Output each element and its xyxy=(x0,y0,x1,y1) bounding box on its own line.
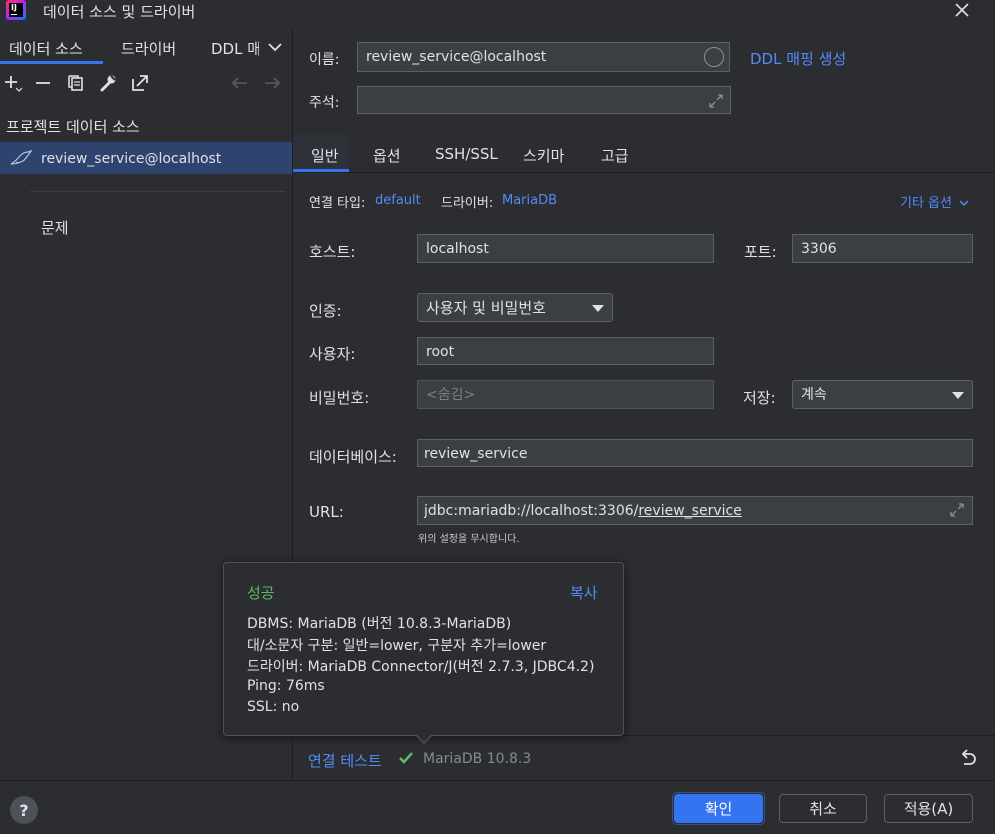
comment-label: 주석: xyxy=(309,95,340,111)
tab-divider xyxy=(293,172,995,173)
tab-schemas[interactable]: 스키마 xyxy=(523,145,564,166)
popup-pointer-fill xyxy=(416,734,432,742)
save-password-select-value: 계속 xyxy=(801,387,827,403)
expand-icon[interactable] xyxy=(707,92,725,110)
name-label: 이름: xyxy=(309,52,340,68)
port-field[interactable]: 3306 xyxy=(792,234,973,263)
popup-line-driver: 드라이버: MariaDB Connector/J(버전 2.7.3, JDBC… xyxy=(247,659,595,675)
url-prefix: jdbc:mariadb://localhost:3306/ xyxy=(424,503,639,519)
problems-item[interactable]: 문제 xyxy=(41,217,69,238)
chevron-down-icon xyxy=(952,392,964,399)
host-label: 호스트: xyxy=(309,243,356,261)
ok-button[interactable]: 확인 xyxy=(674,794,763,823)
more-options-link[interactable]: 기타 옵션 xyxy=(900,192,969,211)
divider xyxy=(30,191,285,192)
check-icon xyxy=(398,750,414,766)
remove-icon[interactable] xyxy=(33,73,53,93)
database-field-value: review_service xyxy=(424,446,528,462)
more-options-label: 기타 옵션 xyxy=(900,196,952,211)
auth-label: 인증: xyxy=(309,302,342,320)
database-field[interactable]: review_service xyxy=(417,439,973,467)
wrench-icon[interactable] xyxy=(98,73,118,93)
connection-type-link[interactable]: default xyxy=(375,193,421,208)
user-field-value: root xyxy=(426,344,455,360)
connection-type-label: 연결 타입: xyxy=(309,196,366,211)
tab-data-sources[interactable]: 데이터 소스 xyxy=(9,38,83,59)
create-ddl-mapping-link[interactable]: DDL 매핑 생성 xyxy=(750,48,846,69)
comment-field[interactable] xyxy=(357,86,731,114)
jump-to-icon[interactable] xyxy=(130,73,150,93)
auth-select[interactable]: 사용자 및 비밀번호 xyxy=(417,293,613,322)
name-field[interactable]: review_service@localhost xyxy=(357,42,730,72)
close-icon[interactable] xyxy=(950,0,974,20)
url-database: review_service xyxy=(638,503,742,519)
test-result-text: MariaDB 10.8.3 xyxy=(423,751,532,767)
popup-line-dbms: DBMS: MariaDB (버전 10.8.3-MariaDB) xyxy=(247,616,512,632)
password-label: 비밀번호: xyxy=(309,389,370,407)
save-label: 저장: xyxy=(743,389,776,407)
color-circle-icon[interactable] xyxy=(704,47,724,67)
user-label: 사용자: xyxy=(309,345,356,363)
chevron-down-icon xyxy=(959,200,969,207)
popup-line-ping: Ping: 76ms xyxy=(247,678,325,694)
test-connection-link[interactable]: 연결 테스트 xyxy=(308,750,382,771)
url-field-value: jdbc:mariadb://localhost:3306/review_ser… xyxy=(424,497,964,525)
save-password-select[interactable]: 계속 xyxy=(792,380,973,409)
tab-ddl-mappings[interactable]: DDL 매 xyxy=(211,38,259,59)
expand-icon[interactable] xyxy=(948,501,966,519)
tab-options[interactable]: 옵션 xyxy=(373,145,401,166)
host-field-value: localhost xyxy=(426,241,489,257)
driver-label: 드라이버: xyxy=(441,196,494,211)
popup-line-ssl: SSL: no xyxy=(247,699,300,715)
driver-link[interactable]: MariaDB xyxy=(502,193,557,208)
tab-drivers[interactable]: 드라이버 xyxy=(121,38,176,59)
password-field[interactable]: <숨김> xyxy=(417,380,714,409)
name-field-value: review_service@localhost xyxy=(366,49,547,65)
help-button[interactable]: ? xyxy=(10,796,38,824)
host-field[interactable]: localhost xyxy=(417,234,714,263)
tab-general[interactable]: 일반 xyxy=(311,145,339,166)
popup-line-case: 대/소문자 구분: 일반=lower, 구분자 추가=lower xyxy=(247,638,547,654)
port-field-value: 3306 xyxy=(801,241,837,257)
apply-button[interactable]: 적용(A) xyxy=(884,794,973,823)
cancel-button[interactable]: 취소 xyxy=(779,794,867,823)
tab-ssh-ssl[interactable]: SSH/SSL xyxy=(435,145,498,163)
chevron-down-icon xyxy=(592,305,604,312)
password-placeholder: <숨김> xyxy=(426,387,476,403)
data-source-item-label: review_service@localhost xyxy=(41,151,222,167)
success-status: 성공 xyxy=(247,584,275,602)
duplicate-icon[interactable] xyxy=(66,73,86,93)
forward-arrow-icon[interactable] xyxy=(262,73,282,93)
auth-select-value: 사용자 및 비밀번호 xyxy=(426,299,546,317)
window-title: 데이터 소스 및 드라이버 xyxy=(43,3,196,21)
copy-link[interactable]: 복사 xyxy=(570,582,598,603)
project-data-sources-header: 프로젝트 데이터 소스 xyxy=(6,118,140,136)
tab-advanced[interactable]: 고급 xyxy=(601,145,629,166)
active-tab-indicator xyxy=(0,61,103,64)
database-label: 데이터베이스: xyxy=(309,448,397,466)
url-label: URL: xyxy=(309,503,344,521)
user-field[interactable]: root xyxy=(417,337,714,365)
port-label: 포트: xyxy=(744,243,777,261)
add-icon[interactable] xyxy=(3,73,23,93)
revert-icon[interactable] xyxy=(958,748,978,768)
intellij-logo-icon: IJ xyxy=(6,0,26,20)
url-hint: 위의 설정을 무시합니다. xyxy=(418,534,520,545)
url-field[interactable]: jdbc:mariadb://localhost:3306/review_ser… xyxy=(417,496,973,525)
back-arrow-icon[interactable] xyxy=(230,73,250,93)
mariadb-seal-icon xyxy=(10,149,33,166)
chevron-down-icon[interactable] xyxy=(266,38,284,56)
